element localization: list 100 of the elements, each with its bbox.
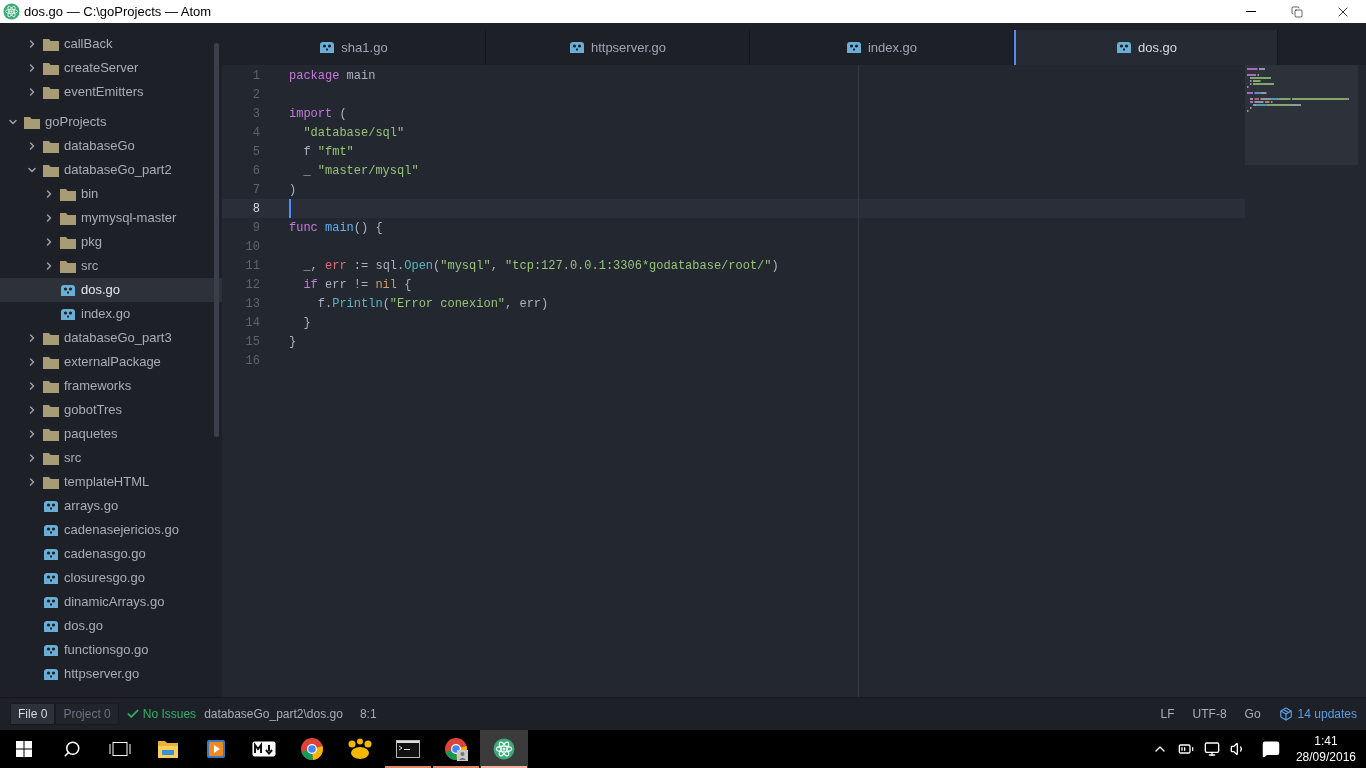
line-number: 13 [244,295,260,313]
code-line: package main [289,67,376,85]
running-indicator [385,766,431,768]
file-item[interactable]: closuresgo.go [0,566,222,590]
folder-item[interactable]: createServer [0,56,222,80]
file-icon [43,595,59,609]
file-item[interactable]: arrays.go [0,494,222,518]
line-number: 8 [251,200,260,218]
atom-icon [493,738,515,760]
code-line: f "fmt" [302,143,354,161]
folder-item[interactable]: frameworks [0,374,222,398]
editor-tab[interactable]: dos.go [1014,30,1278,65]
folder-item[interactable]: src [0,254,222,278]
folder-item[interactable]: eventEmitters [0,80,222,104]
markdown-icon [252,741,276,757]
notification-icon[interactable] [1261,740,1280,758]
code-line: if err != nil { [302,276,412,294]
folder-icon [43,427,59,441]
line-number: 7 [251,181,260,199]
folder-icon [43,475,59,489]
code-line: _, err := sql.Open("mysql", "tcp:127.0.0.1:3306*godatabase/root/") [302,257,779,275]
folder-icon [60,187,76,201]
folder-item[interactable]: src [0,446,222,470]
code-line: f.Println("Error conexion", err) [316,295,549,313]
line-number: 16 [244,352,260,370]
folder-icon [157,739,179,759]
lint-status[interactable]: No Issues [142,705,197,723]
folder-item[interactable]: databaseGo_part3 [0,326,222,350]
package-icon [1278,707,1293,721]
terminal-icon [396,740,420,758]
folder-item[interactable]: templateHTML [0,470,222,494]
text-cursor [289,199,291,218]
file-path[interactable]: databaseGo_part2\dos.go [204,705,343,723]
folder-item[interactable]: gobotTres [0,398,222,422]
check-icon [125,707,140,721]
folder-icon [43,139,59,153]
taskbar-app[interactable] [480,730,528,768]
line-ending[interactable]: LF [1160,705,1175,723]
folder-icon [60,211,76,225]
folder-item[interactable]: externalPackage [0,350,222,374]
folder-item[interactable]: mymysql-master [0,206,222,230]
clock[interactable]: 1:41 28/09/2016 [1295,733,1356,765]
grammar[interactable]: Go [1244,705,1261,723]
file-icon [1115,41,1132,54]
file-item[interactable]: dos.go [0,614,222,638]
line-number: 4 [251,124,260,142]
folder-item[interactable]: paquetes [0,422,222,446]
folder-item[interactable]: goProjects [0,110,222,134]
file-item[interactable]: httpserver.go [0,662,222,686]
folder-item[interactable]: databaseGo [0,134,222,158]
file-item[interactable]: dinamicArrays.go [0,590,222,614]
file-icon [43,523,59,537]
file-item[interactable]: cadenasgo.go [0,542,222,566]
folder-icon [43,355,59,369]
file-item[interactable]: index.go [0,302,222,326]
running-indicator [481,766,527,768]
line-number: 5 [251,143,260,161]
code-line: "database/sql" [302,124,405,142]
file-icon [319,41,336,54]
search-icon [63,740,81,758]
lint-tab[interactable]: File 0 [10,703,56,725]
file-icon [43,571,59,585]
folder-item[interactable]: pkg [0,230,222,254]
file-item[interactable]: dos.go [0,278,222,302]
paw-icon [347,738,373,760]
file-icon [568,41,585,54]
file-icon [60,307,76,321]
file-icon [43,643,59,657]
cursor-position[interactable]: 8:1 [359,705,377,723]
folder-icon [43,61,59,75]
network-icon[interactable] [1203,741,1220,757]
media-player-icon [206,739,226,759]
line-number: 6 [251,162,260,180]
code-line: func main() { [289,219,383,237]
file-icon [43,499,59,513]
atom-logo-icon [3,3,20,20]
chrome-user-icon [444,737,468,761]
code-line: ) [289,181,297,199]
file-icon [43,667,59,681]
file-item[interactable]: cadenasejericios.go [0,518,222,542]
code-line: _ "master/mysql" [302,162,419,180]
battery-icon[interactable] [1177,741,1194,757]
folder-icon [43,451,59,465]
minimap[interactable] [1245,65,1358,165]
file-item[interactable]: functionsgo.go [0,638,222,662]
encoding[interactable]: UTF-8 [1192,705,1227,723]
folder-item[interactable]: callBack [0,32,222,56]
line-number: 3 [251,105,260,123]
line-number: 2 [251,86,260,104]
line-number: 11 [244,257,260,275]
window-title: dos.go — C:\goProjects — Atom [24,2,212,21]
updates-link[interactable]: 14 updates [1297,705,1357,723]
windows-icon [16,741,32,757]
folder-icon [24,115,40,129]
folder-item[interactable]: databaseGo_part2 [0,158,222,182]
line-number: 15 [244,333,260,351]
folder-item[interactable]: bin [0,182,222,206]
chrome-icon [300,737,324,761]
code-line: } [289,333,297,351]
scrollbar[interactable] [214,43,219,437]
